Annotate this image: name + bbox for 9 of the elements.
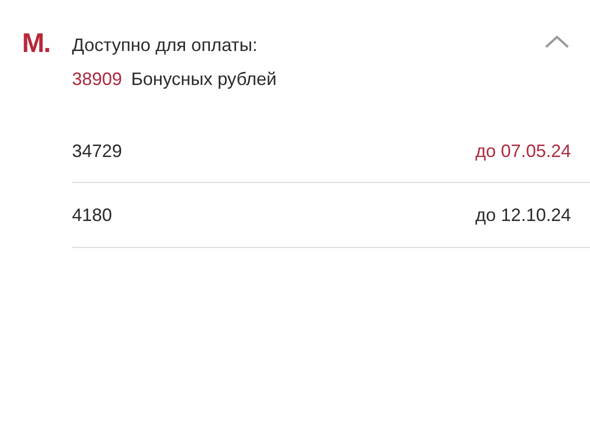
expiry-date: до 07.05.24 bbox=[475, 140, 571, 162]
bonus-unit: Бонусных рублей bbox=[131, 68, 277, 91]
row-amount: 4180 bbox=[72, 204, 112, 226]
chevron-up-icon[interactable] bbox=[544, 34, 570, 50]
balance-title: Доступно для оплаты: bbox=[72, 34, 258, 57]
logo: M. bbox=[22, 28, 51, 60]
expiry-date: до 12.10.24 bbox=[475, 204, 571, 226]
bonus-amount: 38909 bbox=[72, 68, 122, 91]
row-amount: 34729 bbox=[72, 140, 122, 162]
